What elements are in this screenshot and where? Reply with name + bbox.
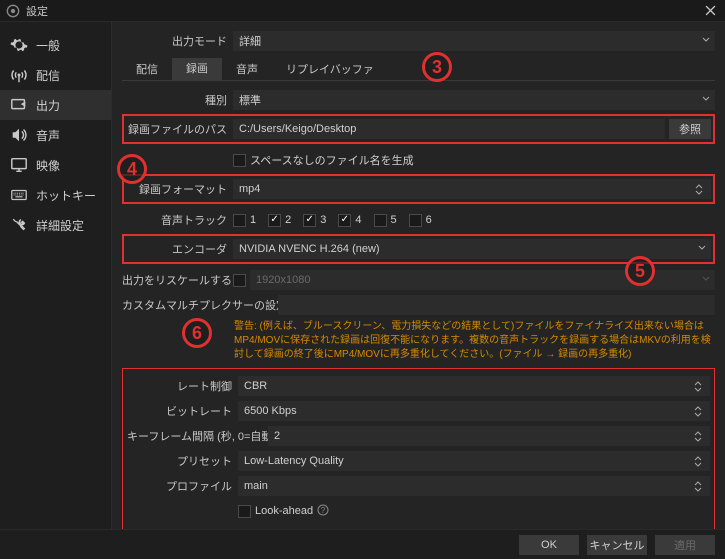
sidebar-item-advanced[interactable]: 詳細設定	[0, 210, 111, 240]
output-mode-label: 出力モード	[122, 33, 227, 49]
recording-path-input[interactable]: C:/Users/Keigo/Desktop	[233, 119, 665, 139]
profile-label: プロファイル	[127, 478, 232, 494]
profile-select[interactable]: main	[238, 476, 710, 496]
spin-icon	[694, 426, 706, 446]
audio-track-1-label: 1	[250, 214, 256, 226]
sidebar: 一般 配信 出力 音声 映像 ホットキー 詳細設定	[0, 22, 112, 529]
audio-track-4-label: 4	[355, 214, 361, 226]
audio-track-2-label: 2	[285, 214, 291, 226]
rate-control-label: レート制御	[127, 378, 232, 394]
rescale-label: 出力をリスケールする	[122, 272, 227, 288]
spin-icon	[694, 376, 706, 396]
mp4-warning-text: 警告: (例えば、ブルースクリーン、電力損失などの結果として)ファイルをファイナ…	[122, 320, 715, 362]
annotation-badge-3: 3	[422, 52, 452, 82]
sidebar-item-label: ホットキー	[36, 187, 96, 204]
gear-icon	[10, 36, 28, 54]
audio-track-3-checkbox[interactable]	[303, 214, 316, 227]
recording-type-select[interactable]: 標準	[233, 90, 715, 110]
tab-replay-buffer[interactable]: リプレイバッファ	[272, 58, 388, 80]
sidebar-item-general[interactable]: 一般	[0, 30, 111, 60]
antenna-icon	[10, 66, 28, 84]
chevron-down-icon	[701, 35, 711, 48]
sidebar-item-audio[interactable]: 音声	[0, 120, 111, 150]
output-icon	[10, 96, 28, 114]
audio-track-4-checkbox[interactable]	[338, 214, 351, 227]
audio-tracks-label: 音声トラック	[122, 212, 227, 228]
sidebar-item-label: 音声	[36, 127, 60, 144]
encoder-select[interactable]: NVIDIA NVENC H.264 (new)	[233, 239, 711, 259]
lookahead-checkbox[interactable]	[238, 505, 251, 518]
cancel-button[interactable]: キャンセル	[587, 535, 647, 555]
output-tabs: 配信 録画 音声 リプレイバッファ 3	[122, 58, 715, 81]
keyframe-interval-label: キーフレーム間隔 (秒, 0=自動)	[127, 428, 262, 444]
psycho-visual-label: 心理視覚チューニング	[255, 528, 365, 529]
audio-track-5-checkbox[interactable]	[374, 214, 387, 227]
spin-icon	[694, 476, 706, 496]
preset-label: プリセット	[127, 453, 232, 469]
tab-stream[interactable]: 配信	[122, 58, 172, 80]
tools-icon	[10, 216, 28, 234]
audio-track-6-checkbox[interactable]	[409, 214, 422, 227]
sidebar-item-video[interactable]: 映像	[0, 150, 111, 180]
sidebar-item-label: 出力	[36, 97, 60, 114]
lookahead-label: Look-ahead	[255, 505, 313, 517]
bitrate-label: ビットレート	[127, 403, 232, 419]
chevron-down-icon	[701, 94, 711, 107]
spin-icon	[695, 179, 707, 199]
ok-button[interactable]: OK	[519, 535, 579, 555]
sidebar-item-stream[interactable]: 配信	[0, 60, 111, 90]
close-icon[interactable]	[701, 2, 719, 20]
keyframe-interval-input[interactable]: 2	[268, 426, 710, 446]
sidebar-item-hotkeys[interactable]: ホットキー	[0, 180, 111, 210]
audio-track-6-label: 6	[426, 214, 432, 226]
rate-control-select[interactable]: CBR	[238, 376, 710, 396]
audio-track-1-checkbox[interactable]	[233, 214, 246, 227]
nospace-label: スペースなしのファイル名を生成	[250, 152, 414, 168]
keyboard-icon	[10, 186, 28, 204]
recording-format-label: 録画フォーマット	[126, 181, 227, 197]
sidebar-item-output[interactable]: 出力	[0, 90, 111, 120]
recording-path-label: 録画ファイルのパス	[126, 121, 227, 137]
sidebar-item-label: 配信	[36, 67, 60, 84]
bitrate-input[interactable]: 6500 Kbps	[238, 401, 710, 421]
monitor-icon	[10, 156, 28, 174]
rescale-checkbox[interactable]	[233, 274, 246, 287]
help-icon[interactable]: ?	[369, 529, 381, 530]
output-mode-select[interactable]: 詳細	[233, 31, 715, 51]
chevron-down-icon	[697, 243, 707, 256]
tab-recording[interactable]: 録画	[172, 58, 222, 80]
audio-track-2-checkbox[interactable]	[268, 214, 281, 227]
rescale-value-select: 1920x1080	[250, 270, 715, 290]
spin-icon	[694, 401, 706, 421]
spin-icon	[694, 451, 706, 471]
custom-mux-input[interactable]	[278, 295, 715, 315]
encoder-label: エンコーダ	[126, 241, 227, 257]
nospace-checkbox[interactable]	[233, 154, 246, 167]
window-title: 設定	[26, 3, 701, 19]
output-mode-value: 詳細	[239, 33, 261, 49]
apply-button[interactable]: 適用	[655, 535, 715, 555]
custom-mux-label: カスタムマルチプレクサーの設定	[122, 297, 272, 313]
audio-track-3-label: 3	[320, 214, 326, 226]
preset-select[interactable]: Low-Latency Quality	[238, 451, 710, 471]
speaker-icon	[10, 126, 28, 144]
recording-format-select[interactable]: mp4	[233, 179, 711, 199]
sidebar-item-label: 映像	[36, 157, 60, 174]
svg-text:?: ?	[321, 506, 326, 515]
audio-track-5-label: 5	[391, 214, 397, 226]
recording-type-label: 種別	[122, 92, 227, 108]
sidebar-item-label: 詳細設定	[36, 217, 84, 234]
help-icon[interactable]: ?	[317, 504, 329, 519]
chevron-down-icon	[701, 274, 711, 287]
browse-button[interactable]: 参照	[669, 119, 711, 139]
encoder-settings-panel: レート制御 CBR ビットレート 6500 Kbps キーフレーム間隔 (秒, …	[122, 368, 715, 529]
app-icon	[6, 4, 20, 18]
tab-audio[interactable]: 音声	[222, 58, 272, 80]
sidebar-item-label: 一般	[36, 37, 60, 54]
content-panel: 出力モード 詳細 配信 録画 音声 リプレイバッファ 3 種別 標準 録画ファイ…	[112, 22, 725, 529]
